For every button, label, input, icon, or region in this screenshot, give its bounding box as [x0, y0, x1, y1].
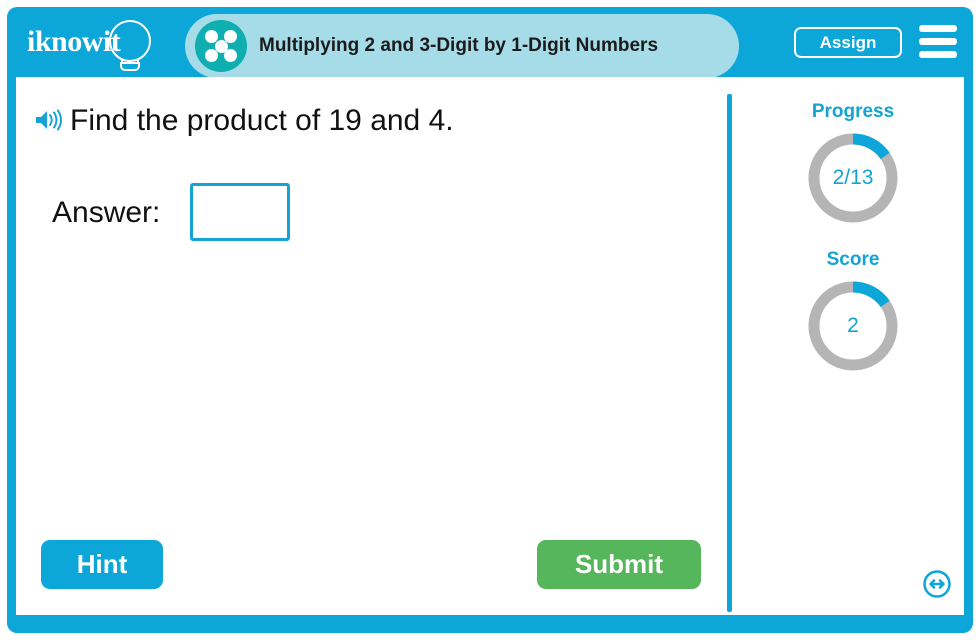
- speaker-icon[interactable]: [34, 108, 64, 132]
- lesson-title-pill: Multiplying 2 and 3-Digit by 1-Digit Num…: [185, 14, 739, 78]
- brand-logo-text: iknowit: [27, 25, 121, 58]
- question-text: Find the product of 19 and 4.: [70, 104, 454, 137]
- hint-button[interactable]: Hint: [41, 540, 163, 589]
- score-label: Score: [826, 249, 880, 270]
- lightbulb-base-icon: [120, 62, 140, 71]
- app-frame: iknowit Multiplying 2 and 3-Digit by 1-D…: [7, 7, 973, 633]
- answer-input[interactable]: [190, 183, 290, 241]
- progress-gauge: Progress 2/13: [742, 101, 964, 227]
- five-dots-circle-icon: [195, 20, 247, 72]
- progress-value: 2/13: [832, 166, 874, 189]
- brand-logo[interactable]: iknowit: [23, 15, 173, 71]
- score-gauge: Score 2: [742, 249, 964, 375]
- hamburger-menu-icon[interactable]: [919, 24, 957, 60]
- answer-label: Answer:: [52, 196, 161, 229]
- progress-ring: 2/13: [804, 129, 902, 227]
- app-window: iknowit Multiplying 2 and 3-Digit by 1-D…: [0, 0, 980, 640]
- progress-label: Progress: [811, 101, 895, 122]
- score-value: 2: [847, 314, 859, 337]
- status-side-panel: Progress 2/13 Score 2: [742, 77, 964, 615]
- resize-horizontal-icon[interactable]: [922, 569, 952, 599]
- question-row: Find the product of 19 and 4.: [34, 99, 694, 143]
- content-card: Find the product of 19 and 4. Answer: Hi…: [16, 77, 964, 615]
- assign-button[interactable]: Assign: [794, 27, 902, 58]
- lesson-title: Multiplying 2 and 3-Digit by 1-Digit Num…: [259, 35, 659, 56]
- panel-divider: [727, 94, 732, 612]
- submit-button[interactable]: Submit: [537, 540, 701, 589]
- app-header: iknowit Multiplying 2 and 3-Digit by 1-D…: [7, 7, 973, 78]
- score-ring: 2: [804, 277, 902, 375]
